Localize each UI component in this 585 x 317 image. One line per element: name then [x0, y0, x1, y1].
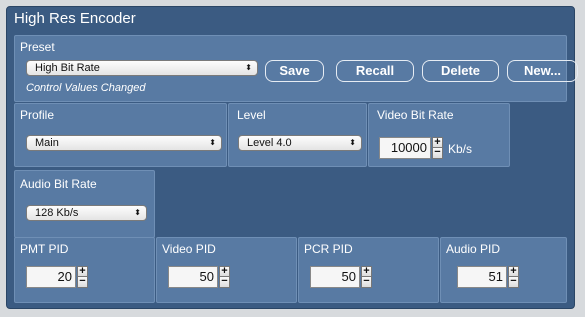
video-bit-rate-section: Video Bit Rate 10000 + − Kb/s [368, 103, 510, 167]
video-pid-stepper[interactable]: + − [219, 266, 230, 288]
pmt-pid-stepper[interactable]: + − [77, 266, 88, 288]
pcr-pid-label: PCR PID [304, 242, 353, 256]
video-bit-rate-unit: Kb/s [448, 142, 473, 156]
audio-bit-rate-select-value: 128 Kb/s [35, 207, 79, 219]
level-label: Level [237, 108, 266, 122]
updown-arrow-icon: ⬍ [245, 63, 252, 72]
level-section: Level Level 4.0 ⬍ [228, 103, 367, 167]
pcr-pid-section: PCR PID 50 + − [298, 237, 439, 303]
level-select[interactable]: Level 4.0 ⬍ [238, 135, 362, 151]
audio-pid-section: Audio PID 51 + − [440, 237, 567, 303]
audio-bit-rate-label: Audio Bit Rate [20, 177, 97, 191]
video-pid-section: Video PID 50 + − [156, 237, 297, 303]
profile-select[interactable]: Main ⬍ [26, 135, 222, 151]
recall-button[interactable]: Recall [336, 60, 414, 82]
new-preset-button[interactable]: New... [507, 60, 578, 82]
pcr-pid-stepper[interactable]: + − [361, 266, 372, 288]
profile-select-value: Main [35, 137, 59, 149]
pmt-pid-label: PMT PID [20, 242, 69, 256]
level-select-value: Level 4.0 [247, 137, 292, 149]
minus-icon[interactable]: − [361, 276, 372, 288]
audio-bit-rate-section: Audio Bit Rate 128 Kb/s ⬍ [14, 170, 155, 238]
pmt-pid-section: PMT PID 20 + − [14, 237, 155, 303]
video-pid-label: Video PID [162, 242, 216, 256]
preset-status: Control Values Changed [26, 82, 146, 94]
audio-pid-stepper[interactable]: + − [508, 266, 519, 288]
video-pid-input[interactable]: 50 [168, 266, 218, 288]
save-button[interactable]: Save [265, 60, 324, 82]
window-title: High Res Encoder [14, 10, 136, 27]
profile-label: Profile [20, 108, 55, 122]
video-bit-rate-stepper[interactable]: + − [432, 137, 443, 159]
audio-pid-label: Audio PID [446, 242, 501, 256]
pcr-pid-input[interactable]: 50 [310, 266, 360, 288]
minus-icon[interactable]: − [508, 276, 519, 288]
preset-section: Preset High Bit Rate ⬍ Control Values Ch… [14, 35, 578, 102]
profile-section: Profile Main ⬍ [14, 103, 227, 167]
delete-button[interactable]: Delete [422, 60, 499, 82]
pmt-pid-input[interactable]: 20 [26, 266, 76, 288]
minus-icon[interactable]: − [219, 276, 230, 288]
video-bit-rate-label: Video Bit Rate [377, 108, 454, 122]
video-bit-rate-input[interactable]: 10000 [379, 137, 431, 159]
updown-arrow-icon: ⬍ [134, 208, 141, 217]
audio-bit-rate-select[interactable]: 128 Kb/s ⬍ [26, 205, 147, 221]
minus-icon[interactable]: − [432, 147, 443, 159]
preset-label: Preset [20, 40, 55, 54]
preset-select-value: High Bit Rate [35, 62, 100, 74]
updown-arrow-icon: ⬍ [209, 138, 216, 147]
audio-pid-input[interactable]: 51 [457, 266, 507, 288]
encoder-panel: High Res Encoder Preset High Bit Rate ⬍ … [6, 6, 578, 309]
preset-select[interactable]: High Bit Rate ⬍ [26, 60, 258, 76]
minus-icon[interactable]: − [77, 276, 88, 288]
updown-arrow-icon: ⬍ [349, 138, 356, 147]
